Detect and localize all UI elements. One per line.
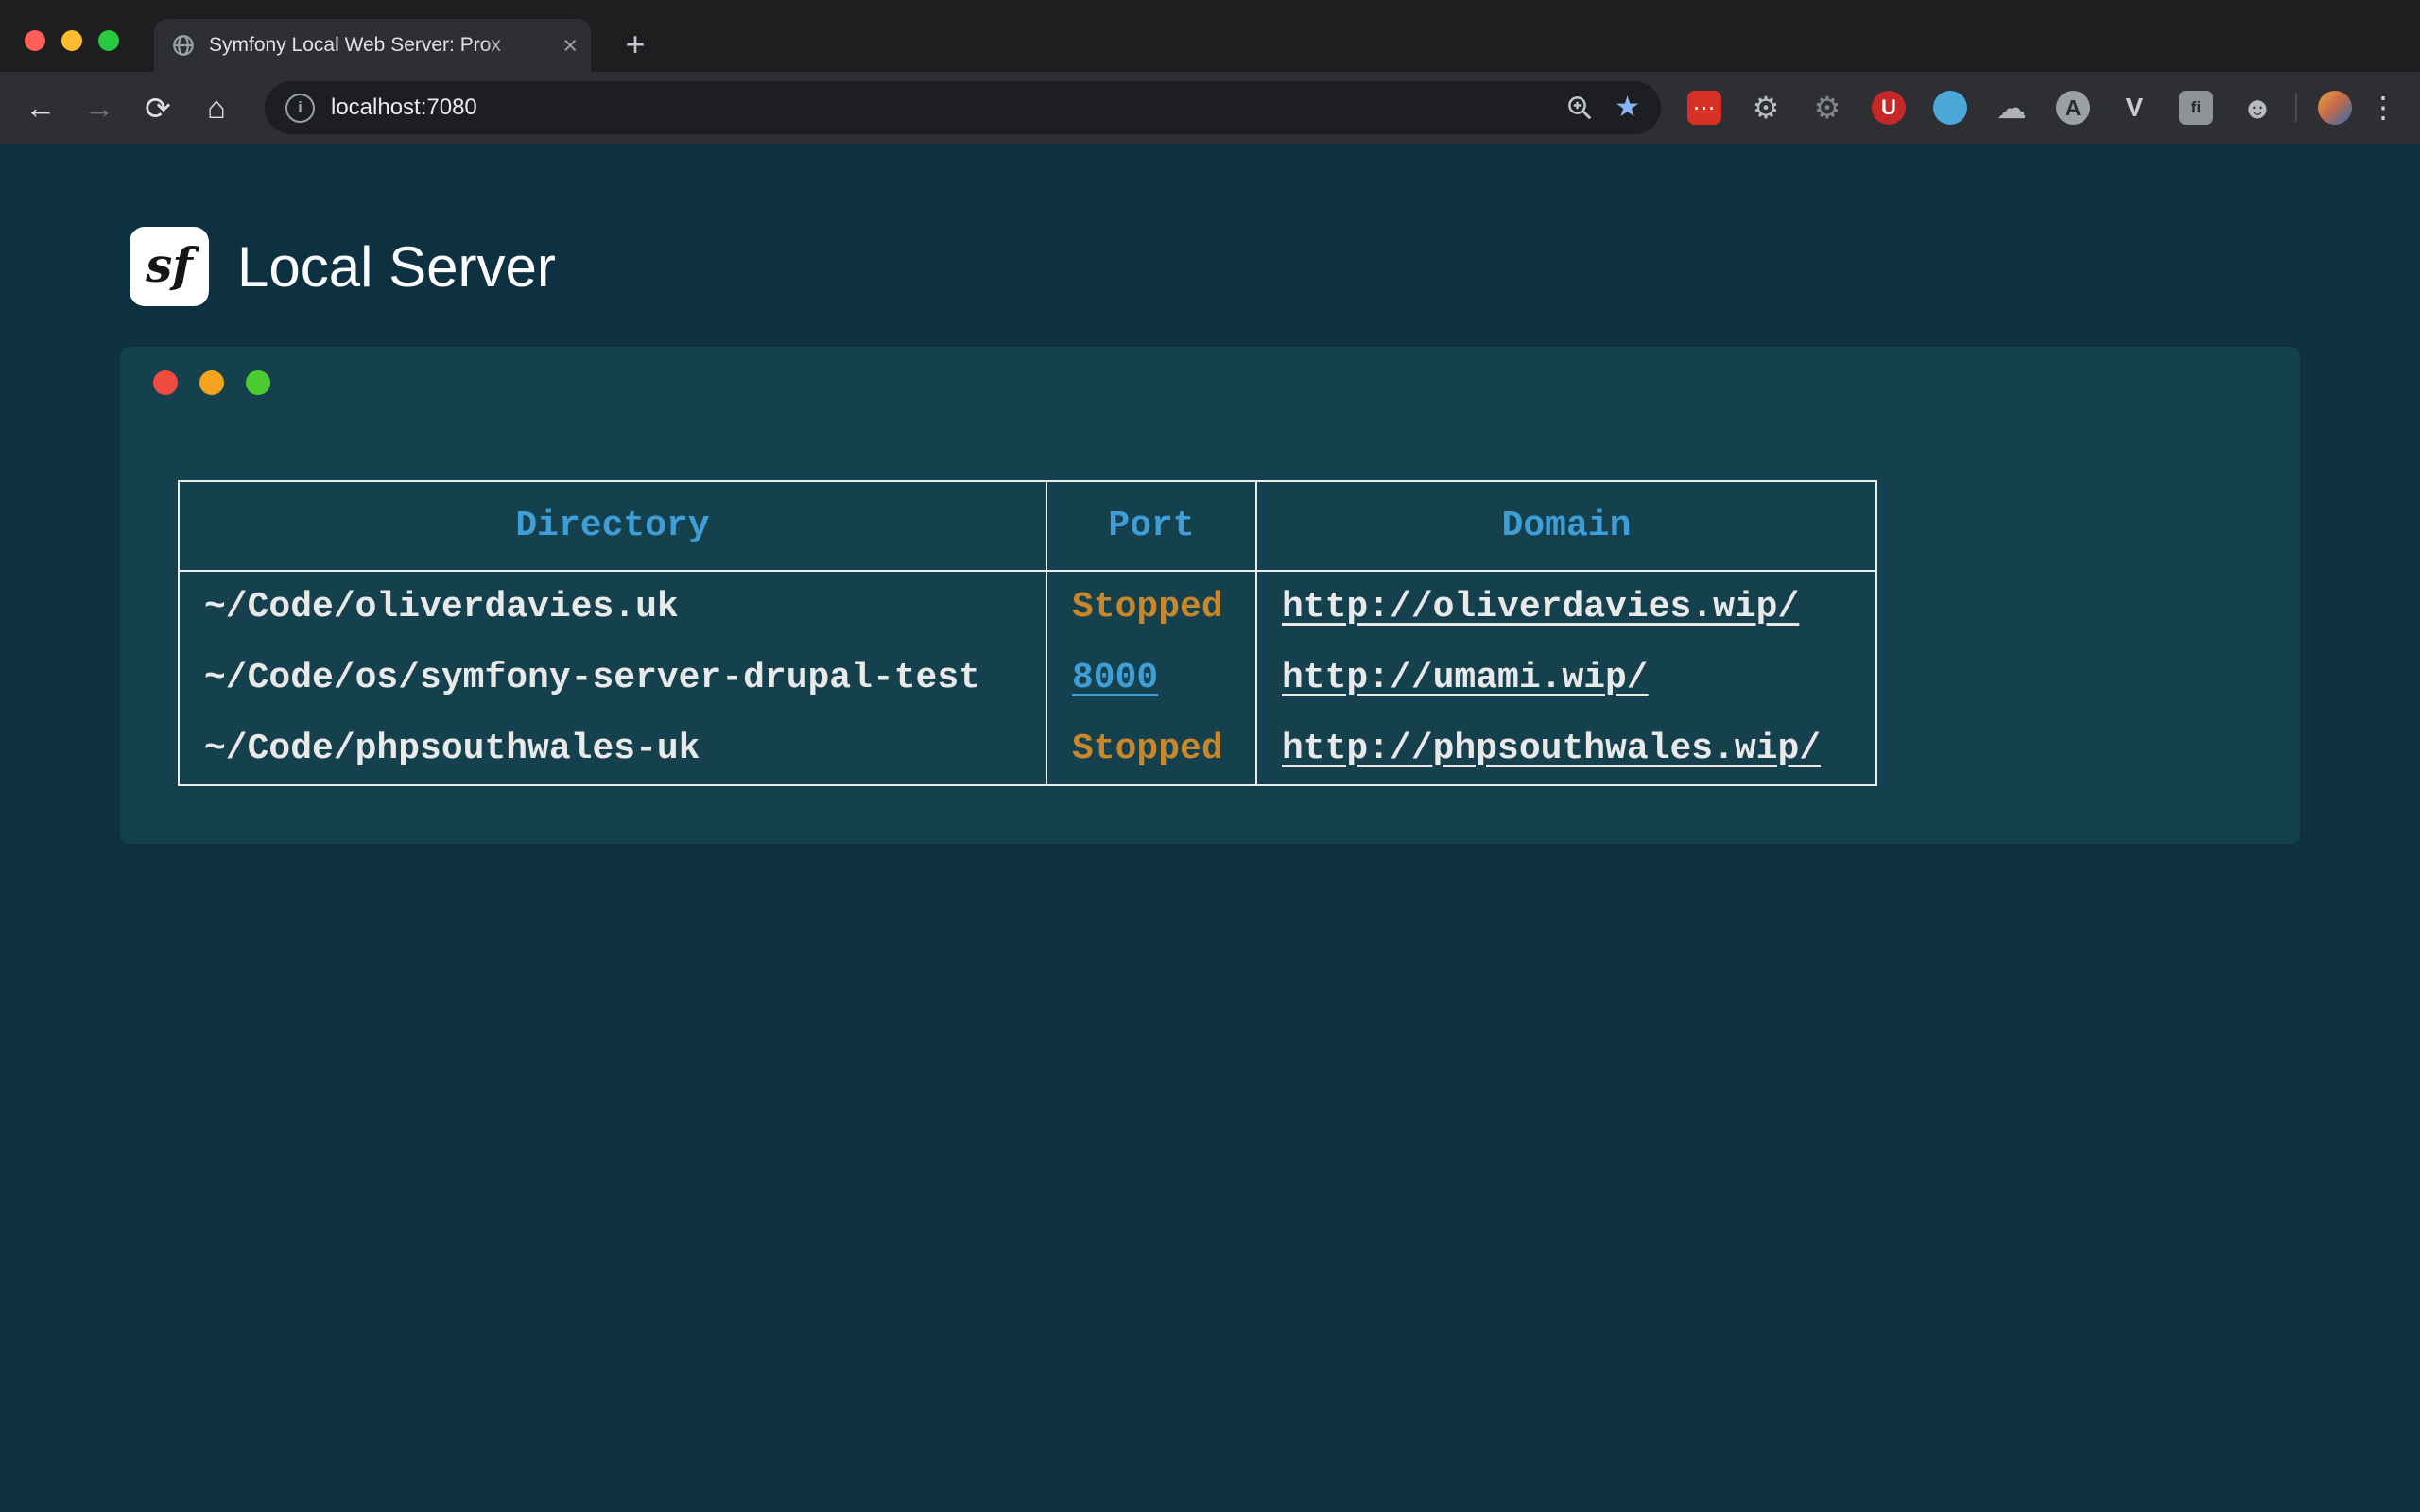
zoom-icon[interactable] xyxy=(1565,94,1594,122)
domain-link[interactable]: http://phpsouthwales.wip/ xyxy=(1282,729,1821,769)
browser-toolbar: ← → ⟳ ⌂ i localhost:7080 ★ ⋯ ⚙ ⚙ U ☁ A V… xyxy=(0,72,2420,144)
column-header-directory: Directory xyxy=(179,481,1046,571)
page-header: sf Local Server xyxy=(130,227,556,306)
url-text[interactable]: localhost:7080 xyxy=(331,94,1565,121)
bookmark-star-icon[interactable]: ★ xyxy=(1615,94,1640,122)
browser-tab[interactable]: Symfony Local Web Server: Prox × xyxy=(154,19,591,72)
table-row: ~/Code/phpsouthwales-uk Stopped http://p… xyxy=(179,713,1876,785)
column-header-port: Port xyxy=(1046,481,1256,571)
table-header-row: Directory Port Domain xyxy=(179,481,1876,571)
forward-icon[interactable]: → xyxy=(70,81,129,134)
port-link[interactable]: 8000 xyxy=(1072,658,1158,698)
cog-extension-icon[interactable]: ⚙ xyxy=(1810,91,1844,125)
window-minimize-button[interactable] xyxy=(61,30,82,51)
globe-favicon-icon xyxy=(171,33,196,58)
port-status: Stopped xyxy=(1072,587,1223,627)
back-icon[interactable]: ← xyxy=(11,81,70,134)
table-row: ~/Code/oliverdavies.uk Stopped http://ol… xyxy=(179,571,1876,643)
directory-cell: ~/Code/oliverdavies.uk xyxy=(179,571,1046,643)
tab-close-icon[interactable]: × xyxy=(562,33,578,59)
terminal-card: Directory Port Domain ~/Code/oliverdavie… xyxy=(120,347,2300,844)
directory-cell: ~/Code/os/symfony-server-drupal-test xyxy=(179,643,1046,713)
symfony-logo: sf xyxy=(130,227,209,306)
profile-avatar[interactable] xyxy=(2318,91,2352,125)
table-row: ~/Code/os/symfony-server-drupal-test 800… xyxy=(179,643,1876,713)
window-controls xyxy=(25,30,119,51)
extensions-bar: ⋯ ⚙ ⚙ U ☁ A V fi ☻ xyxy=(1687,91,2274,125)
tab-strip: Symfony Local Web Server: Prox × + xyxy=(0,0,2420,72)
window-zoom-button[interactable] xyxy=(98,30,119,51)
symfony-logo-text: sf xyxy=(146,237,193,293)
github-extension-icon[interactable]: ☻ xyxy=(2240,91,2274,125)
column-header-domain: Domain xyxy=(1256,481,1876,571)
directory-cell: ~/Code/phpsouthwales-uk xyxy=(179,713,1046,785)
red-dots-extension-icon[interactable]: ⋯ xyxy=(1687,91,1721,125)
page-body: sf Local Server Directory Port Domain ~/… xyxy=(0,144,2420,1512)
domain-link[interactable]: http://umami.wip/ xyxy=(1282,658,1649,698)
port-status: Stopped xyxy=(1072,729,1223,769)
site-info-icon[interactable]: i xyxy=(285,94,315,123)
card-window-dots xyxy=(153,370,270,395)
browser-menu-icon[interactable]: ⋮ xyxy=(2367,91,2399,125)
address-bar[interactable]: i localhost:7080 ★ xyxy=(265,81,1661,134)
card-red-dot-icon xyxy=(153,370,178,395)
cloud-extension-icon[interactable]: ☁ xyxy=(1995,91,2029,125)
domain-link[interactable]: http://oliverdavies.wip/ xyxy=(1282,587,1799,627)
toolbar-divider xyxy=(2295,94,2297,122)
gear-extension-icon[interactable]: ⚙ xyxy=(1749,91,1783,125)
gray-square-extension-icon[interactable]: fi xyxy=(2179,91,2213,125)
new-tab-button[interactable]: + xyxy=(615,25,655,64)
window-close-button[interactable] xyxy=(25,30,45,51)
blue-circle-extension-icon[interactable] xyxy=(1933,91,1967,125)
tab-title: Symfony Local Web Server: Prox xyxy=(209,34,557,57)
page-title: Local Server xyxy=(237,234,556,300)
server-table: Directory Port Domain ~/Code/oliverdavie… xyxy=(178,480,1877,786)
card-orange-dot-icon xyxy=(199,370,224,395)
vimium-extension-icon[interactable]: V xyxy=(2118,91,2152,125)
ublock-extension-icon[interactable]: U xyxy=(1872,91,1906,125)
reload-icon[interactable]: ⟳ xyxy=(129,81,187,134)
card-green-dot-icon xyxy=(246,370,270,395)
letter-a-extension-icon[interactable]: A xyxy=(2056,91,2090,125)
home-icon[interactable]: ⌂ xyxy=(187,81,246,134)
